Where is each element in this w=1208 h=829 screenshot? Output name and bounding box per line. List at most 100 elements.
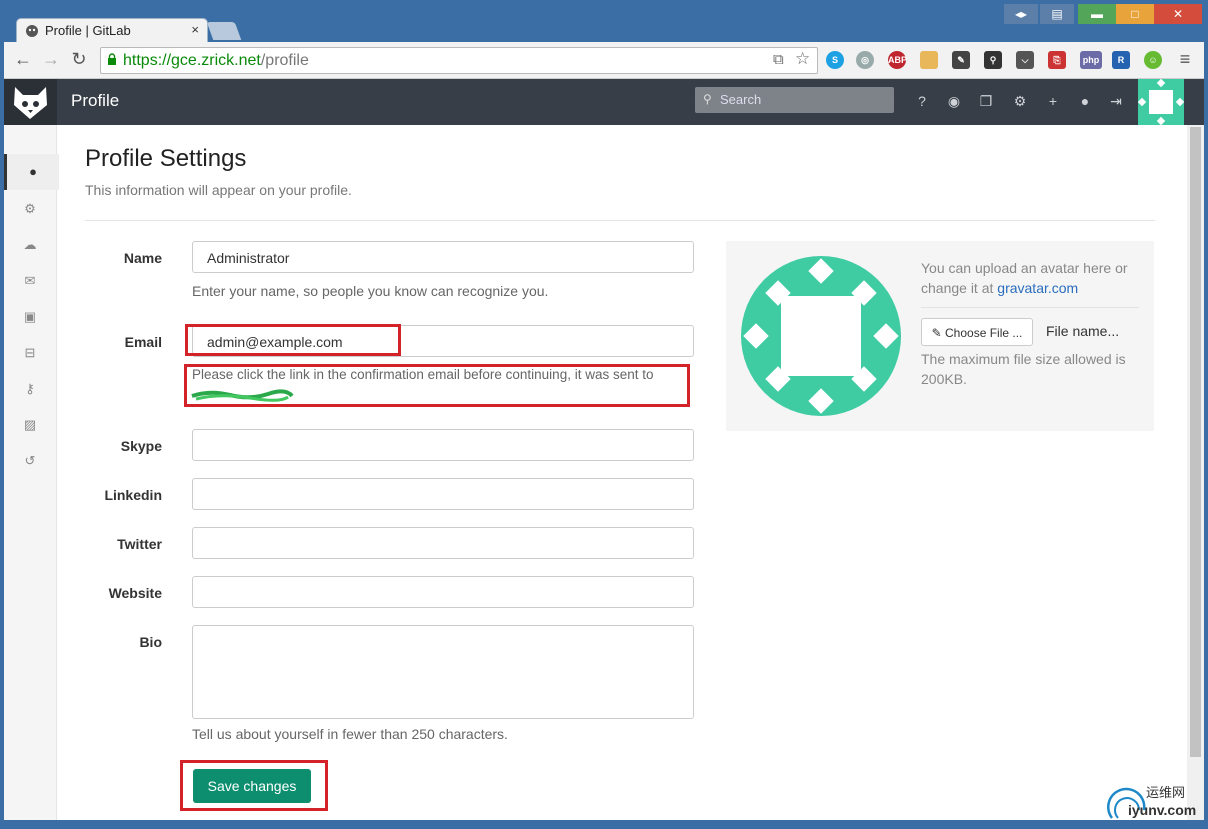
translate-icon[interactable]: ⧉: [773, 51, 784, 68]
forward-arrow-icon[interactable]: →: [40, 48, 62, 70]
page-subtitle: This information will appear on your pro…: [85, 182, 352, 198]
skype-label: Skype: [120, 438, 162, 454]
divider: [85, 220, 1155, 221]
scrollbar-thumb[interactable]: [1190, 127, 1201, 757]
gravatar-link[interactable]: gravatar.com: [997, 280, 1078, 296]
explore-globe-icon[interactable]: ◉: [946, 93, 962, 109]
notes-extension-icon[interactable]: [920, 51, 938, 69]
identicon-icon: [1137, 78, 1185, 126]
gitlab-header: Profile ⚲ Search ? ◉ ❐ ⚙ + ● ⇥: [4, 78, 1204, 126]
url-text: https://gce.zrick.net/profile: [123, 52, 309, 70]
avatar-diamond: [808, 388, 834, 414]
menu-icon[interactable]: ≡: [1174, 48, 1196, 70]
image-icon: ▨: [23, 417, 37, 432]
max-size-text: The maximum file size allowed is 200KB.: [921, 351, 1126, 387]
resize-icon[interactable]: ◂▸: [1004, 4, 1038, 24]
sidebar-item-history[interactable]: ↺: [4, 443, 56, 479]
tab-close-icon[interactable]: ×: [191, 22, 199, 37]
watermark-cn: 运维网: [1146, 785, 1186, 800]
pdf-icon[interactable]: ⎘: [1048, 51, 1066, 69]
sidebar-item-password[interactable]: ▣: [4, 299, 56, 335]
admin-gear-icon[interactable]: ⚙: [1012, 93, 1028, 109]
key-icon: ⚷: [25, 381, 35, 396]
globe-icon[interactable]: ◎: [856, 51, 874, 69]
new-project-plus-icon[interactable]: +: [1045, 93, 1061, 109]
bio-help: Tell us about yourself in fewer than 250…: [192, 726, 508, 742]
header-avatar[interactable]: [1137, 78, 1185, 126]
page-label: Profile: [71, 91, 120, 110]
window-switch-icon[interactable]: ▤: [1040, 4, 1074, 24]
search-icon: ⚲: [703, 92, 712, 106]
maximize-button[interactable]: □: [1116, 4, 1154, 24]
linkedin-label: Linkedin: [104, 487, 162, 503]
reload-icon[interactable]: ↻: [68, 48, 90, 70]
help-icon[interactable]: ?: [914, 93, 930, 109]
minimize-button[interactable]: ▬: [1078, 4, 1116, 24]
tab-strip: Profile | GitLab × ◂▸ ▤ ▬ □ ✕: [4, 4, 1204, 43]
profile-user-icon[interactable]: ●: [1077, 93, 1093, 109]
inbox-icon: ⊟: [24, 345, 36, 360]
sidebar-item-account[interactable]: ⚙: [4, 191, 56, 227]
choose-file-button[interactable]: ✎ Choose File ...: [921, 318, 1033, 346]
page-title: Profile Settings: [85, 145, 247, 172]
pocket-icon[interactable]: ⌵: [1016, 51, 1034, 69]
sidebar-item-notifications[interactable]: ⊟: [4, 335, 56, 371]
url-path: /profile: [260, 52, 309, 69]
cat-logo-icon: [14, 87, 47, 119]
avatar-diamond: [873, 323, 899, 349]
php-label: php: [1082, 55, 1100, 65]
sidebar-item-profile[interactable]: ●: [4, 154, 59, 190]
name-label: Name: [123, 250, 162, 266]
adblock-icon[interactable]: ABP: [888, 51, 908, 69]
skype-icon[interactable]: S: [826, 51, 844, 69]
avatar-center-square: [781, 296, 861, 376]
url-host: https://gce.zrick.net: [123, 52, 261, 69]
snippets-icon[interactable]: ❐: [978, 93, 994, 109]
evernote-icon[interactable]: ✎: [952, 51, 970, 69]
twitter-field[interactable]: [192, 527, 694, 559]
name-field[interactable]: Administrator: [192, 241, 694, 273]
avatar-panel: You can upload an avatar here or change …: [726, 241, 1154, 431]
bio-textarea[interactable]: [192, 625, 694, 719]
choose-file-label: Choose File ...: [945, 326, 1023, 340]
back-arrow-icon[interactable]: ←: [12, 48, 34, 70]
linkedin-field[interactable]: [192, 478, 694, 510]
php-extension-icon[interactable]: php: [1080, 51, 1102, 69]
avatar-diamond: [808, 258, 834, 284]
website-field[interactable]: [192, 576, 694, 608]
history-icon: ↺: [24, 453, 36, 468]
browser-tab[interactable]: Profile | GitLab ×: [16, 18, 208, 43]
cloud-icon: ☁: [23, 237, 37, 252]
watermark-domain: iyunv.com: [1128, 802, 1197, 818]
envelope-icon: ✉: [24, 273, 36, 288]
file-name-label: File name...: [1046, 323, 1120, 339]
paperclip-icon: ✎: [931, 326, 942, 340]
close-window-button[interactable]: ✕: [1154, 4, 1202, 24]
browser-toolbar: ← → ↻ https://gce.zrick.net/profile ⧉ ☆ …: [4, 42, 1204, 79]
avatar-identicon: [741, 256, 901, 416]
sidebar-item-emails[interactable]: ✉: [4, 263, 56, 299]
search-input[interactable]: ⚲ Search: [695, 87, 894, 113]
bio-label: Bio: [139, 634, 162, 650]
email-label: Email: [124, 334, 162, 350]
address-bar[interactable]: https://gce.zrick.net/profile ⧉ ☆: [100, 47, 818, 74]
pin-extension-icon[interactable]: ⚲: [984, 51, 1002, 69]
website-label: Website: [108, 585, 162, 601]
sign-out-icon[interactable]: ⇥: [1108, 93, 1124, 109]
sidebar-item-design[interactable]: ▨: [4, 407, 56, 443]
smiley-extension-icon[interactable]: ☺: [1144, 51, 1162, 69]
scrollbar[interactable]: [1187, 125, 1204, 820]
gitlab-favicon-icon: [26, 25, 38, 37]
sidebar-item-applications[interactable]: ☁: [4, 227, 56, 263]
sidebar-item-ssh-keys[interactable]: ⚷: [4, 371, 56, 407]
r-extension-icon[interactable]: R: [1112, 51, 1130, 69]
search-placeholder: Search: [720, 92, 762, 107]
bookmark-star-icon[interactable]: ☆: [795, 49, 810, 69]
new-tab-button[interactable]: [206, 22, 242, 40]
gitlab-logo[interactable]: [4, 79, 57, 125]
user-icon: ●: [29, 164, 37, 179]
skype-field[interactable]: [192, 429, 694, 461]
avatar-upload-text: You can upload an avatar here or change …: [921, 258, 1141, 298]
avatar-diamond: [743, 323, 769, 349]
adblock-label: ABP: [888, 55, 908, 65]
